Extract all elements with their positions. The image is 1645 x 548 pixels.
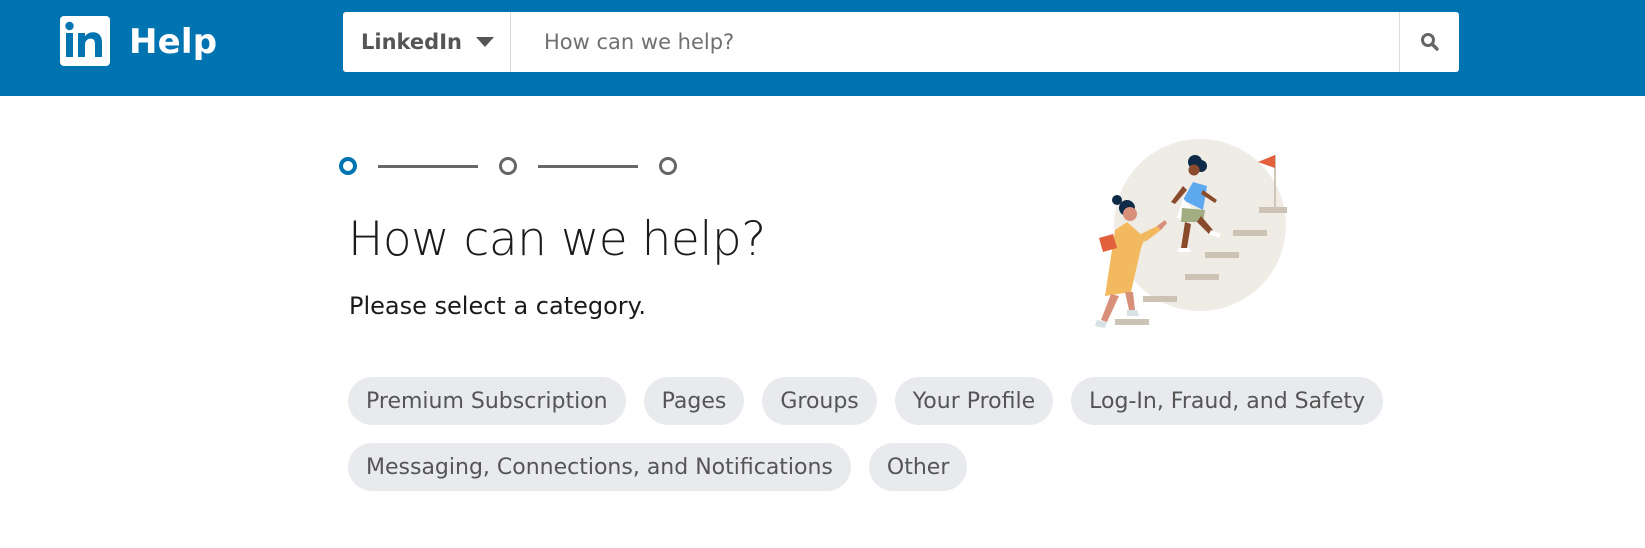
page-subheading: Please select a category. [349,292,647,320]
step-connector [378,165,478,168]
category-your-profile[interactable]: Your Profile [894,377,1054,425]
category-pages[interactable]: Pages [643,377,745,425]
step-1-indicator [339,157,357,175]
search-bar: LinkedIn [343,12,1459,72]
search-scope-label: LinkedIn [361,30,462,54]
step-connector [538,165,638,168]
top-navigation-bar: Help LinkedIn [0,0,1645,96]
progress-stepper [339,155,679,175]
page-heading: How can we help? [348,212,766,267]
category-premium-subscription[interactable]: Premium Subscription [348,377,626,425]
search-button[interactable] [1399,12,1459,72]
caret-down-icon [475,37,494,47]
help-title: Help [129,22,218,62]
search-icon [1420,33,1439,51]
search-input[interactable] [511,12,1399,72]
linkedin-logo-icon[interactable] [60,16,110,66]
search-scope-dropdown[interactable]: LinkedIn [343,12,511,72]
people-climbing-stairs-illustration [1075,130,1300,340]
step-3-indicator [659,157,677,175]
category-groups[interactable]: Groups [762,377,877,425]
category-row-1: Premium Subscription Pages Groups Your P… [348,377,1388,425]
step-2-indicator [499,157,517,175]
category-row-2: Messaging, Connections, and Notification… [348,443,1388,491]
category-login-fraud-safety[interactable]: Log-In, Fraud, and Safety [1071,377,1384,425]
category-other[interactable]: Other [868,443,968,491]
category-messaging-connections-notifications[interactable]: Messaging, Connections, and Notification… [348,443,851,491]
category-chips: Premium Subscription Pages Groups Your P… [348,377,1388,509]
